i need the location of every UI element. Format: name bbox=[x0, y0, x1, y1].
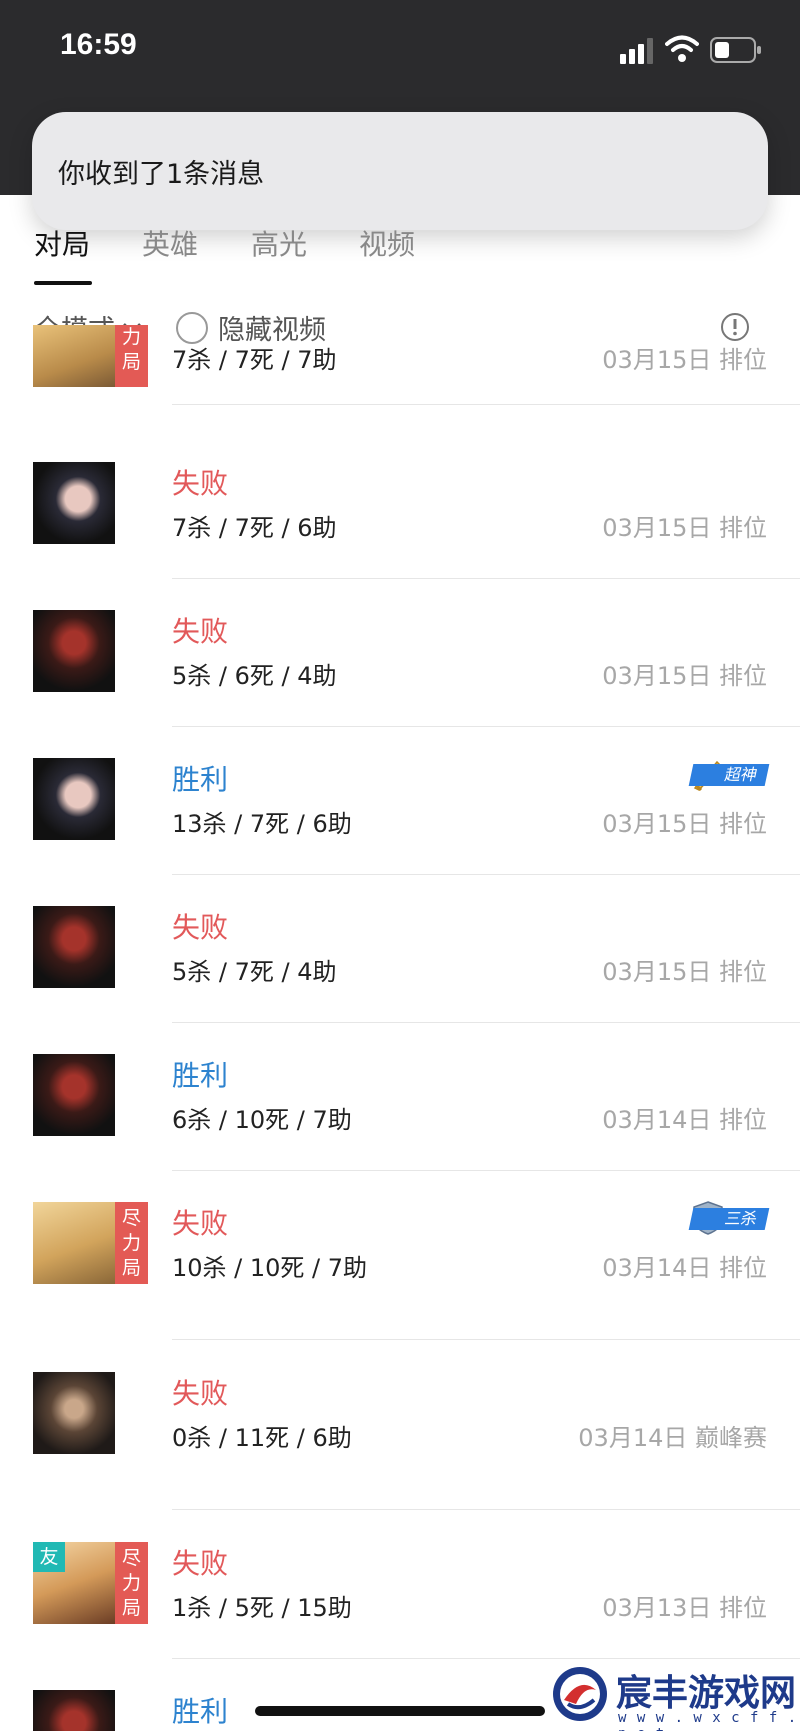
match-result: 失败 bbox=[172, 615, 229, 648]
honor-badge: 超神 bbox=[688, 760, 770, 792]
badge-char: 尽 bbox=[121, 1547, 141, 1569]
site-watermark: 宸丰游戏网 w w w . w x c f f . n e t bbox=[550, 1660, 800, 1731]
match-row[interactable]: 失败 7杀 / 7死 / 6助 03月15日 排位 bbox=[0, 450, 800, 598]
hero-avatar bbox=[33, 758, 115, 840]
match-result: 失败 bbox=[172, 1377, 229, 1410]
match-kda: 13杀 / 7死 / 6助 bbox=[172, 810, 352, 838]
badge-char: 局 bbox=[121, 1597, 141, 1619]
match-result: 失败 bbox=[172, 467, 229, 500]
match-meta: 03月15日 排位 bbox=[602, 346, 767, 374]
match-kda: 10杀 / 10死 / 7助 bbox=[172, 1254, 368, 1282]
hero-avatar bbox=[33, 325, 115, 387]
match-row[interactable]: 胜利 超神 13杀 / 7死 / 6助 03月15日 排位 bbox=[0, 746, 800, 894]
match-meta: 03月15日 排位 bbox=[602, 662, 767, 690]
tab-videos[interactable]: 视频 bbox=[359, 223, 415, 263]
status-time: 16:59 bbox=[60, 28, 137, 61]
match-meta: 03月14日 排位 bbox=[602, 1254, 767, 1282]
signal-icon bbox=[620, 38, 653, 64]
match-row[interactable]: 友 尽 力 局 失败 1杀 / 5死 / 15助 03月13日 排位 bbox=[0, 1530, 800, 1678]
friend-badge: 友 bbox=[33, 1542, 65, 1572]
badge-char: 局 bbox=[121, 1257, 141, 1279]
row-divider bbox=[172, 1658, 800, 1659]
match-row[interactable]: 胜利 6杀 / 10死 / 7助 03月14日 排位 bbox=[0, 1042, 800, 1190]
match-kda: 5杀 / 7死 / 4助 bbox=[172, 958, 337, 986]
tab-matches[interactable]: 对局 bbox=[34, 223, 90, 263]
match-result: 失败 bbox=[172, 911, 229, 944]
row-divider bbox=[172, 1022, 800, 1023]
match-row[interactable]: 失败 0杀 / 11死 / 6助 03月14日 巅峰赛 bbox=[0, 1360, 800, 1530]
watermark-logo-icon bbox=[553, 1667, 607, 1721]
match-row[interactable]: 力 局 7杀 / 7死 / 7助 03月15日 排位 bbox=[0, 325, 800, 450]
best-effort-badge: 力 局 bbox=[115, 325, 148, 387]
row-divider bbox=[172, 404, 800, 405]
match-meta: 03月14日 巅峰赛 bbox=[578, 1424, 767, 1452]
notification-banner[interactable]: 你收到了1条消息 bbox=[32, 112, 768, 230]
badge-char: 尽 bbox=[121, 1207, 141, 1229]
match-result: 胜利 bbox=[172, 763, 229, 796]
hero-avatar bbox=[33, 1690, 115, 1731]
row-divider bbox=[172, 726, 800, 727]
match-result: 失败 bbox=[172, 1207, 229, 1240]
match-meta: 03月15日 排位 bbox=[602, 514, 767, 542]
match-result: 胜利 bbox=[172, 1695, 229, 1728]
badge-char: 局 bbox=[121, 351, 141, 373]
match-kda: 6杀 / 10死 / 7助 bbox=[172, 1106, 352, 1134]
match-kda: 7杀 / 7死 / 6助 bbox=[172, 514, 337, 542]
hero-avatar bbox=[33, 906, 115, 988]
watermark-name: 宸丰游戏网 bbox=[616, 1673, 797, 1714]
honor-label: 三杀 bbox=[688, 1208, 770, 1230]
hero-avatar bbox=[33, 1202, 115, 1284]
tab-bar: 对局 英雄 高光 视频 bbox=[0, 215, 800, 285]
honor-label: 超神 bbox=[688, 764, 770, 786]
watermark-url: w w w . w x c f f . n e t bbox=[618, 1710, 798, 1731]
hero-avatar bbox=[33, 610, 115, 692]
tab-highlights[interactable]: 高光 bbox=[251, 223, 307, 263]
battery-icon bbox=[710, 37, 761, 63]
hero-avatar bbox=[33, 1372, 115, 1454]
match-meta: 03月15日 排位 bbox=[602, 958, 767, 986]
badge-char: 力 bbox=[121, 1232, 141, 1254]
match-meta: 03月13日 排位 bbox=[602, 1594, 767, 1622]
match-kda: 1杀 / 5死 / 15助 bbox=[172, 1594, 352, 1622]
match-result: 失败 bbox=[172, 1547, 229, 1580]
best-effort-badge: 尽 力 局 bbox=[115, 1202, 148, 1284]
hero-avatar bbox=[33, 1054, 115, 1136]
match-row[interactable]: 尽 力 局 失败 三杀 10杀 / 10死 / 7助 03月14日 排位 bbox=[0, 1190, 800, 1360]
badge-char: 力 bbox=[121, 326, 141, 348]
match-kda: 7杀 / 7死 / 7助 bbox=[172, 346, 337, 374]
tab-heroes[interactable]: 英雄 bbox=[142, 223, 198, 263]
notification-text: 你收到了1条消息 bbox=[58, 159, 265, 190]
match-meta: 03月15日 排位 bbox=[602, 810, 767, 838]
match-meta: 03月14日 排位 bbox=[602, 1106, 767, 1134]
wifi-icon bbox=[665, 35, 699, 62]
honor-badge: 三杀 bbox=[688, 1201, 770, 1235]
row-divider bbox=[172, 1170, 800, 1171]
hero-avatar bbox=[33, 462, 115, 544]
best-effort-badge: 尽 力 局 bbox=[115, 1542, 148, 1624]
row-divider bbox=[172, 874, 800, 875]
match-kda: 0杀 / 11死 / 6助 bbox=[172, 1424, 352, 1452]
row-divider bbox=[172, 1339, 800, 1340]
row-divider bbox=[172, 1509, 800, 1510]
row-divider bbox=[172, 578, 800, 579]
match-kda: 5杀 / 6死 / 4助 bbox=[172, 662, 337, 690]
tab-active-indicator bbox=[34, 281, 92, 285]
match-result: 胜利 bbox=[172, 1059, 229, 1092]
badge-char: 力 bbox=[121, 1572, 141, 1594]
match-row[interactable]: 失败 5杀 / 7死 / 4助 03月15日 排位 bbox=[0, 894, 800, 1042]
match-row[interactable]: 失败 5杀 / 6死 / 4助 03月15日 排位 bbox=[0, 598, 800, 746]
home-indicator[interactable] bbox=[255, 1706, 545, 1716]
